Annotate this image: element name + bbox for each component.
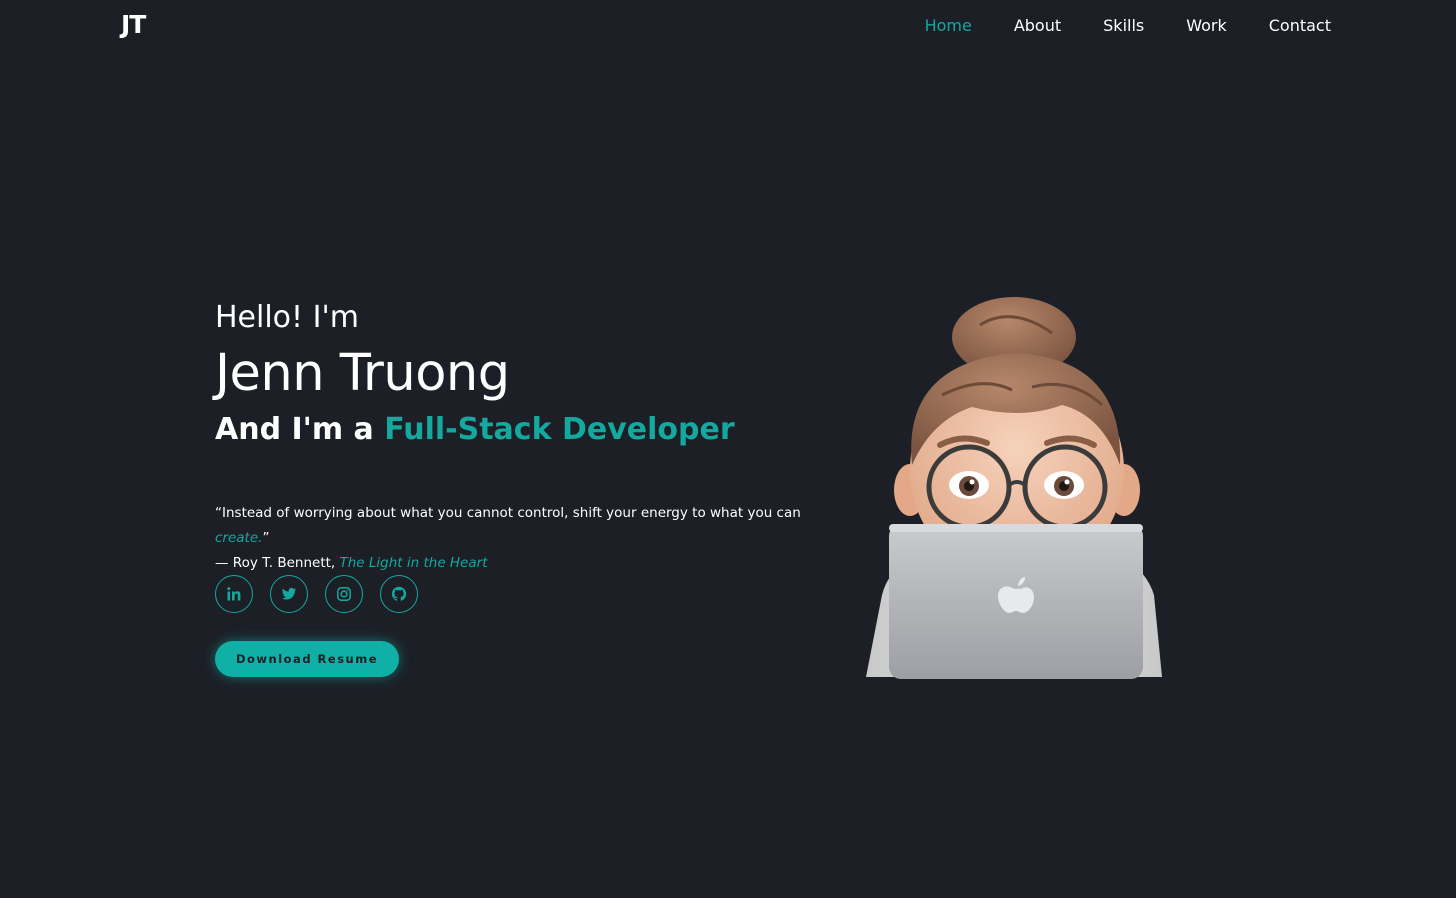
- hero-quote: “Instead of worrying about what you cann…: [215, 501, 855, 576]
- nav-link-contact[interactable]: Contact: [1269, 16, 1331, 35]
- role-prefix: And I'm a: [215, 412, 385, 447]
- role-highlight: Full-Stack Developer: [384, 412, 735, 447]
- quote-open: “Instead of worrying about what you cann…: [215, 505, 801, 521]
- quote-text: “Instead of worrying about what you cann…: [215, 501, 855, 551]
- linkedin-link[interactable]: [215, 575, 253, 613]
- nav-link-about[interactable]: About: [1014, 16, 1061, 35]
- social-links: [215, 575, 418, 613]
- memoji-avatar: [866, 297, 1162, 679]
- attribution-prefix: — Roy T. Bennett,: [215, 555, 340, 571]
- quote-emphasis: create.: [215, 530, 263, 546]
- linkedin-icon: [227, 587, 241, 601]
- nav-link-work[interactable]: Work: [1186, 16, 1227, 35]
- download-resume-button[interactable]: Download Resume: [215, 641, 399, 677]
- nav-link-home[interactable]: Home: [925, 16, 972, 35]
- quote-close: ”: [262, 530, 270, 546]
- attribution-book: The Light in the Heart: [339, 555, 488, 571]
- nav-link-skills[interactable]: Skills: [1103, 16, 1144, 35]
- logo[interactable]: JT: [121, 10, 146, 39]
- nav-links: Home About Skills Work Contact: [883, 16, 1331, 35]
- github-icon: [391, 586, 407, 601]
- instagram-icon: [337, 587, 351, 601]
- instagram-link[interactable]: [325, 575, 363, 613]
- twitter-icon: [282, 587, 296, 600]
- hero-intro: Hello! I'm Jenn Truong And I'm a Full-St…: [215, 298, 835, 452]
- github-link[interactable]: [380, 575, 418, 613]
- hero-greeting: Hello! I'm: [215, 300, 359, 335]
- hero-role: And I'm a Full-Stack Developer: [215, 408, 835, 452]
- hero-name: Jenn Truong: [215, 344, 510, 403]
- quote-attribution: — Roy T. Bennett, The Light in the Heart: [215, 551, 855, 576]
- twitter-link[interactable]: [270, 575, 308, 613]
